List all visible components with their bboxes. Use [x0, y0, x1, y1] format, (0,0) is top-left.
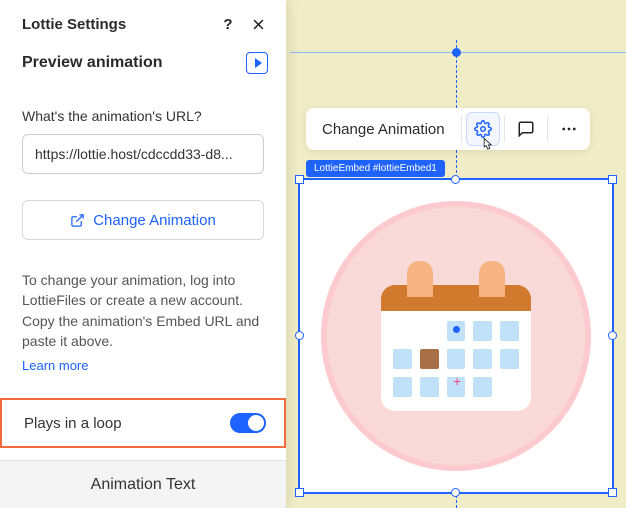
animation-text-tab[interactable]: Animation Text — [0, 460, 286, 508]
help-button[interactable]: ? — [218, 14, 238, 34]
loop-toggle-row: Plays in a loop — [0, 398, 286, 448]
resize-handle[interactable] — [295, 175, 304, 184]
resize-handle[interactable] — [608, 331, 617, 340]
comment-button[interactable] — [505, 108, 547, 150]
preview-row[interactable]: Preview animation — [0, 48, 286, 86]
resize-handle[interactable] — [608, 175, 617, 184]
change-animation-label: Change Animation — [93, 212, 216, 229]
selection-box[interactable]: + — [298, 178, 614, 494]
gear-icon — [466, 112, 500, 146]
play-button[interactable] — [246, 52, 268, 74]
external-link-icon — [70, 213, 85, 228]
play-icon — [255, 58, 262, 68]
close-icon — [251, 17, 266, 32]
url-label: What's the animation's URL? — [0, 108, 286, 124]
learn-more-link[interactable]: Learn more — [22, 357, 88, 376]
lottie-preview[interactable]: + — [300, 180, 612, 492]
url-input[interactable]: https://lottie.host/cdccdd33-d8... — [22, 134, 264, 174]
panel-title: Lottie Settings — [22, 16, 126, 33]
close-button[interactable] — [248, 14, 268, 34]
resize-handle[interactable] — [451, 488, 460, 497]
loop-label: Plays in a loop — [24, 415, 122, 432]
element-toolbar: Change Animation — [306, 108, 590, 150]
more-button[interactable] — [548, 108, 590, 150]
loop-toggle[interactable] — [230, 413, 266, 433]
resize-handle[interactable] — [295, 331, 304, 340]
dots-icon — [560, 120, 578, 138]
resize-handle[interactable] — [608, 488, 617, 497]
resize-handle[interactable] — [451, 175, 460, 184]
change-animation-button[interactable]: Change Animation — [22, 200, 264, 240]
resize-handle[interactable] — [295, 488, 304, 497]
help-text: To change your animation, log into Lotti… — [0, 270, 286, 376]
calendar-graphic: + — [381, 261, 531, 411]
animation-circle: + — [321, 201, 591, 471]
settings-panel: Lottie Settings ? Preview animation What… — [0, 0, 286, 508]
change-animation-button[interactable]: Change Animation — [306, 108, 461, 150]
panel-header: Lottie Settings ? — [0, 0, 286, 48]
preview-label: Preview animation — [22, 54, 163, 72]
guide-anchor — [452, 48, 461, 57]
comment-icon — [517, 120, 535, 138]
element-tag[interactable]: LottieEmbed #lottieEmbed1 — [306, 160, 445, 177]
toggle-knob — [248, 415, 264, 431]
help-icon: ? — [223, 16, 232, 33]
settings-button[interactable] — [462, 108, 504, 150]
